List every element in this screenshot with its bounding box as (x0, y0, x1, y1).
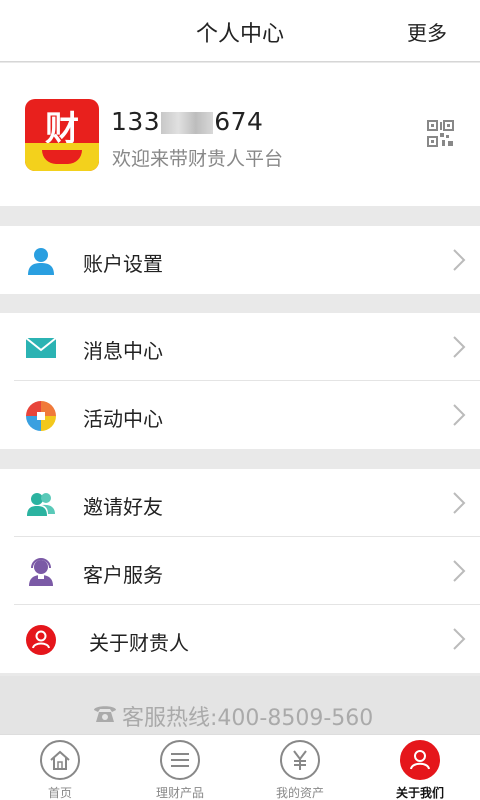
yuan-icon (293, 750, 307, 770)
chevron-right-icon (453, 249, 466, 271)
settings-group: 账户设置 (0, 226, 480, 294)
tab-label: 首页 (47, 786, 72, 800)
home-icon (50, 750, 70, 770)
menu-item-label: 关于财贵人 (89, 631, 189, 655)
menu-item-message-center[interactable]: 消息中心 (14, 313, 480, 381)
envelope-icon (26, 337, 56, 358)
chevron-right-icon (453, 560, 466, 582)
tab-assets[interactable]: 我的资产 (240, 735, 360, 800)
chevron-right-icon (453, 628, 466, 650)
phone-mask (161, 112, 214, 134)
menu-item-customer-service[interactable]: 客户服务 (14, 537, 480, 605)
phone-prefix: 133 (111, 107, 161, 136)
customer-service-icon (29, 558, 53, 586)
people-icon (27, 493, 55, 516)
pinwheel-icon (26, 401, 56, 431)
tab-icon-circle (160, 740, 200, 780)
menu-item-account-settings[interactable]: 账户设置 (14, 226, 480, 294)
tab-about-us[interactable]: 关于我们 (360, 735, 480, 800)
more-button[interactable]: 更多 (407, 17, 447, 46)
menu-item-label: 消息中心 (83, 339, 163, 363)
list-icon (171, 753, 189, 767)
bottom-tab-bar: 首页 理财产品 我的资产 关于我们 (0, 734, 480, 800)
profile-card[interactable]: 财 133 674 欢迎来带财贵人平台 (0, 63, 480, 206)
service-group: 邀请好友 客户服务 关于财贵人 (0, 469, 480, 673)
tab-products[interactable]: 理财产品 (120, 735, 240, 800)
tab-label: 我的资产 (275, 786, 324, 800)
welcome-text: 欢迎来带财贵人平台 (112, 148, 284, 170)
menu-item-label: 活动中心 (83, 407, 163, 431)
menu-item-label: 客户服务 (83, 563, 163, 587)
user-icon (28, 248, 54, 275)
top-bar: 个人中心 更多 (0, 0, 480, 62)
qr-code-icon[interactable] (427, 120, 454, 147)
menu-item-activity-center[interactable]: 活动中心 (14, 381, 480, 449)
chevron-right-icon (453, 492, 466, 514)
hotline-bar[interactable]: 客服热线:400-8509-560 (0, 676, 480, 734)
tab-label: 关于我们 (395, 786, 444, 800)
tab-home[interactable]: 首页 (0, 735, 120, 800)
menu-item-label: 账户设置 (83, 252, 163, 276)
messages-group: 消息中心 活动中心 (0, 313, 480, 449)
tab-icon-circle (40, 740, 80, 780)
user-phone: 133 674 (111, 107, 263, 136)
tab-icon-circle (280, 740, 320, 780)
telephone-icon (94, 706, 116, 722)
user-icon (410, 750, 430, 770)
tab-icon-circle (400, 740, 440, 780)
chevron-right-icon (453, 404, 466, 426)
chevron-right-icon (453, 336, 466, 358)
tab-label: 理财产品 (155, 786, 204, 800)
hotline-text: 客服热线:400-8509-560 (122, 706, 374, 731)
menu-item-invite-friends[interactable]: 邀请好友 (14, 469, 480, 537)
app-logo: 财 (25, 99, 99, 171)
menu-item-about[interactable]: 关于财贵人 (14, 605, 480, 673)
about-user-icon (26, 625, 56, 655)
menu-item-label: 邀请好友 (83, 495, 163, 519)
phone-suffix: 674 (214, 107, 264, 136)
